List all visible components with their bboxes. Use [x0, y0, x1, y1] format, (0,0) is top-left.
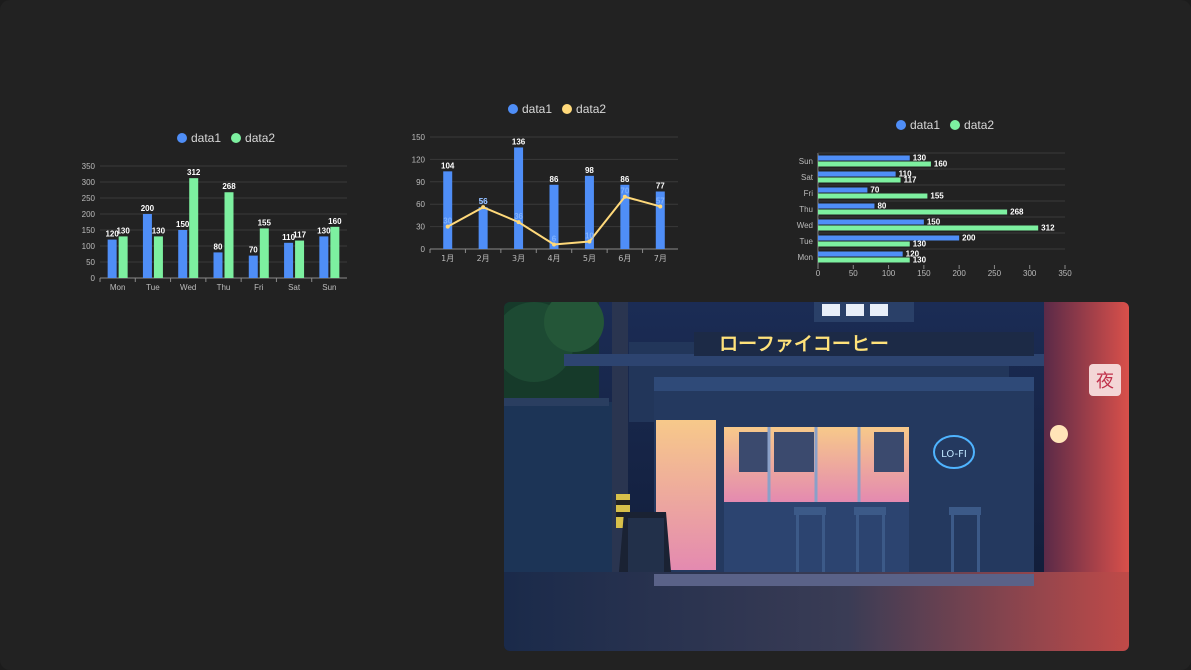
bar-data2: [818, 209, 1008, 215]
bar-data1: [818, 235, 960, 241]
y-tick-label: Wed: [797, 221, 813, 230]
data-label: 117: [904, 176, 917, 185]
data-label: 312: [1041, 224, 1055, 233]
x-tick-label: 50: [849, 269, 858, 278]
x-tick-label: 300: [1023, 269, 1037, 278]
x-tick-label: 350: [1058, 269, 1072, 278]
bar-data2: [818, 193, 928, 199]
bar-data1: [818, 171, 896, 177]
bar-data1: [818, 219, 924, 225]
bar-data2: [818, 241, 910, 247]
data-label: 130: [913, 240, 927, 249]
data-label: 80: [877, 202, 886, 211]
bar-data2: [818, 177, 901, 183]
x-tick-label: 150: [917, 269, 931, 278]
x-tick-label: 0: [816, 269, 821, 278]
y-tick-label: Mon: [797, 253, 813, 262]
y-tick-label: Sun: [799, 157, 813, 166]
data-label: 155: [930, 192, 944, 201]
data-label: 268: [1010, 208, 1024, 217]
coffee-shop-illustration: ローファイコーヒー LO-FI 夜: [504, 302, 1129, 651]
data-label: 160: [934, 160, 948, 169]
data-label: 130: [913, 154, 927, 163]
data-label: 130: [913, 256, 927, 265]
y-tick-label: Fri: [804, 189, 814, 198]
bar-data2: [818, 225, 1039, 231]
bar-data1: [818, 251, 903, 257]
x-tick-label: 100: [882, 269, 896, 278]
y-tick-label: Thu: [799, 205, 813, 214]
data-label: 70: [870, 186, 879, 195]
data-label: 200: [962, 234, 976, 243]
bar-data1: [818, 155, 910, 161]
x-tick-label: 200: [952, 269, 966, 278]
y-tick-label: Sat: [801, 173, 814, 182]
chart3-svg: 0 50 100 150 200 250 300 350Mon 120130Tue 200130W…: [797, 152, 1072, 278]
bar-data1: [818, 203, 875, 209]
lofi-coffee-shop-image: ローファイコーヒー LO-FI 夜: [504, 302, 1129, 651]
dashboard-panel: data1 data2 0 50 100 150 200 250 300 350 Mon 120 1…: [0, 0, 1191, 670]
chart-3-horizontal-bar: 0 50 100 150 200 250 300 350 Mon 120 130 Tue 200 130 W…: [0, 0, 1100, 290]
data-label: 150: [927, 218, 941, 227]
bar-data2: [818, 257, 910, 263]
bar-data1: [818, 187, 868, 193]
bar-data2: [818, 161, 931, 167]
y-tick-label: Tue: [800, 237, 814, 246]
neon-sign-text: ローファイコーヒー: [719, 333, 889, 355]
neon-cup-text: LO-FI: [941, 449, 967, 460]
lantern-sign-text: 夜: [1096, 371, 1114, 392]
x-tick-label: 250: [988, 269, 1002, 278]
